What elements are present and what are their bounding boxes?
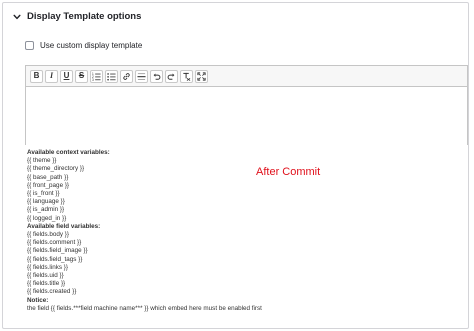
field-variable: {{ fields.uid }} xyxy=(27,272,64,280)
context-variable: {{ base_path }} xyxy=(27,173,69,181)
field-variable: {{ fields.title }} xyxy=(27,280,66,288)
editor-toolbar: B I U S 1 2 3 xyxy=(26,66,467,87)
bulleted-list-icon xyxy=(107,72,116,81)
undo-icon xyxy=(153,72,161,80)
rich-text-editor: B I U S 1 2 3 xyxy=(25,65,468,145)
undo-button[interactable] xyxy=(150,69,163,83)
numbered-list-icon: 1 2 3 xyxy=(92,72,101,81)
field-variable: {{ fields.field_tags }} xyxy=(27,255,83,263)
link-icon xyxy=(123,72,130,80)
context-variable: {{ theme_directory }} xyxy=(27,165,85,173)
bold-icon: B xyxy=(33,71,40,80)
context-variables-heading: Available context variables: xyxy=(27,149,110,156)
field-variable: {{ fields.comment }} xyxy=(27,239,82,247)
bold-button[interactable]: B xyxy=(30,69,43,83)
display-template-details: Display Template options Use custom disp… xyxy=(2,2,469,329)
horizontal-line-button[interactable] xyxy=(135,69,148,83)
fullscreen-icon xyxy=(197,71,206,81)
italic-icon: I xyxy=(49,71,54,80)
custom-template-checkbox-row[interactable]: Use custom display template xyxy=(25,41,142,50)
remove-format-button[interactable] xyxy=(180,69,193,83)
svg-text:3: 3 xyxy=(92,78,94,81)
notice-heading: Notice: xyxy=(27,296,49,304)
underline-icon: U xyxy=(63,71,70,80)
notice-text: the field {{ fields.***field machine nam… xyxy=(27,304,262,312)
strikethrough-button[interactable]: S xyxy=(75,69,88,83)
bulleted-list-button[interactable] xyxy=(105,69,118,83)
field-variable: {{ fields.field_image }} xyxy=(27,247,88,255)
field-variable: {{ fields.created }} xyxy=(27,288,77,296)
underline-button[interactable]: U xyxy=(60,69,73,83)
field-variable: {{ fields.links }} xyxy=(27,263,68,271)
numbered-list-button[interactable]: 1 2 3 xyxy=(90,69,103,83)
after-commit-annotation: After Commit xyxy=(256,166,321,178)
custom-template-checkbox[interactable] xyxy=(25,41,34,50)
custom-template-checkbox-label[interactable]: Use custom display template xyxy=(40,41,142,50)
fullscreen-button[interactable] xyxy=(195,69,208,83)
redo-button[interactable] xyxy=(165,69,178,83)
details-summary[interactable]: Display Template options xyxy=(13,11,141,22)
link-button[interactable] xyxy=(120,69,133,83)
strikethrough-icon: S xyxy=(78,71,85,80)
chevron-down-icon xyxy=(13,14,21,19)
horizontal-line-icon xyxy=(137,72,146,80)
field-variables-heading: Available field variables: xyxy=(27,222,101,230)
details-title: Display Template options xyxy=(27,11,142,22)
editor-content-area[interactable] xyxy=(26,87,467,145)
field-variable: {{ fields.body }} xyxy=(27,231,70,239)
context-variable: {{ is_admin }} xyxy=(27,206,65,214)
context-variable: {{ front_page }} xyxy=(27,181,70,189)
context-variable: {{ theme }} xyxy=(27,157,57,165)
context-variable: {{ is_front }} xyxy=(27,190,60,198)
context-variable: {{ language }} xyxy=(27,198,65,206)
remove-format-icon xyxy=(183,72,191,81)
context-variable: {{ logged_in }} xyxy=(27,214,67,222)
italic-button[interactable]: I xyxy=(45,69,58,83)
redo-icon xyxy=(167,72,175,80)
template-help-text: Available context variables: {{ theme }}… xyxy=(27,149,262,313)
